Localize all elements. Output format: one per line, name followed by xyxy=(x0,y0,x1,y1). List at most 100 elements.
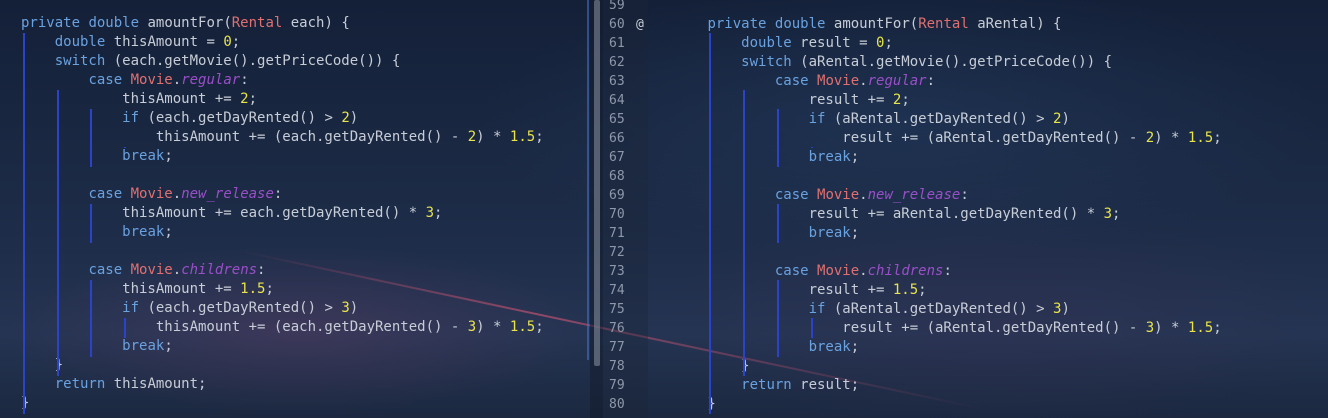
line-number[interactable]: 77 xyxy=(609,338,625,357)
line-number[interactable]: 78 xyxy=(609,357,625,376)
code-token: ) xyxy=(1061,111,1070,127)
code-token: ) * xyxy=(1154,130,1188,146)
code-line[interactable]: result += 2; xyxy=(640,91,910,110)
code-token: 2 xyxy=(240,91,249,107)
line-number[interactable]: 65 xyxy=(609,110,625,129)
line-number[interactable]: 61 xyxy=(609,34,625,53)
line-number[interactable]: 71 xyxy=(609,224,625,243)
code-token: 3 xyxy=(425,205,435,221)
code-line[interactable]: thisAmount += 1.5; xyxy=(21,280,274,299)
code-token: 1.5 xyxy=(1187,320,1214,336)
line-number[interactable]: 68 xyxy=(609,167,625,186)
code-token: case xyxy=(88,262,123,278)
line-number[interactable]: 79 xyxy=(609,376,625,395)
code-line[interactable]: result += (aRental.getDayRented() - 3) *… xyxy=(640,319,1221,338)
code-token: case xyxy=(774,263,809,279)
line-number[interactable]: 67 xyxy=(609,148,625,167)
code-token: ; xyxy=(164,224,173,240)
line-number[interactable]: 60 xyxy=(609,15,625,34)
code-line[interactable]: break; xyxy=(21,223,173,242)
indent-guide xyxy=(776,204,779,243)
line-number[interactable]: 73 xyxy=(609,262,625,281)
code-line[interactable]: double result = 0; xyxy=(640,34,893,53)
line-number[interactable]: 74 xyxy=(609,281,625,300)
code-line[interactable]: return result; xyxy=(640,376,859,395)
code-token: ; xyxy=(901,92,910,108)
code-token: ; xyxy=(918,282,927,298)
code-token: } xyxy=(640,396,716,412)
code-line[interactable]: if (aRental.getDayRented() > 2) xyxy=(640,110,1070,129)
code-token: thisAmount = xyxy=(105,34,224,50)
line-number[interactable]: 63 xyxy=(609,72,625,91)
code-line[interactable]: result += 1.5; xyxy=(640,281,927,300)
code-token: 1.5 xyxy=(892,282,919,298)
code-token: switch xyxy=(54,53,106,69)
code-token: ; xyxy=(850,149,860,165)
indent-guide xyxy=(90,204,93,243)
code-line[interactable]: } xyxy=(640,357,749,376)
code-line[interactable]: case Movie.regular: xyxy=(640,72,935,91)
code-token: ) xyxy=(1061,301,1070,317)
code-line[interactable]: case Movie.childrens: xyxy=(640,262,952,281)
code-line[interactable]: private double amountFor(Rental each) { xyxy=(21,14,350,33)
line-number[interactable]: 70 xyxy=(609,205,625,224)
line-number[interactable]: 75 xyxy=(609,300,625,319)
line-number[interactable]: 66 xyxy=(609,129,625,148)
code-token: 2 xyxy=(467,129,477,145)
line-number[interactable]: 72 xyxy=(609,243,625,262)
code-line[interactable]: break; xyxy=(640,224,860,243)
line-number[interactable]: 64 xyxy=(609,91,625,110)
code-line[interactable]: break; xyxy=(21,337,173,356)
code-token: : xyxy=(943,263,952,279)
code-line[interactable]: case Movie.new_release: xyxy=(640,186,969,205)
code-line[interactable]: break; xyxy=(640,338,860,357)
code-token: ; xyxy=(164,338,173,354)
code-line[interactable]: break; xyxy=(21,147,173,166)
code-token: 3 xyxy=(341,300,350,316)
code-line[interactable]: thisAmount += each.getDayRented() * 3; xyxy=(21,204,442,223)
line-number[interactable]: 62 xyxy=(609,53,625,72)
code-line[interactable]: if (aRental.getDayRented() > 3) xyxy=(640,300,1070,319)
code-line[interactable]: thisAmount += (each.getDayRented() - 3) … xyxy=(21,318,544,337)
code-line[interactable]: case Movie.regular: xyxy=(21,71,249,90)
code-line[interactable]: double thisAmount = 0; xyxy=(21,33,240,52)
line-number[interactable]: 59 xyxy=(609,0,625,15)
code-token: thisAmount += xyxy=(21,281,241,297)
line-number[interactable]: 76 xyxy=(609,319,625,338)
code-token: Rental xyxy=(918,16,969,32)
code-token: 3 xyxy=(1145,320,1155,336)
code-line[interactable]: return thisAmount; xyxy=(21,375,207,394)
code-token: . xyxy=(172,72,182,88)
code-token: Movie xyxy=(130,72,173,88)
left-pane-scrollbar[interactable] xyxy=(594,0,600,366)
code-line[interactable]: break; xyxy=(640,148,860,167)
code-line[interactable]: case Movie.new_release: xyxy=(21,185,282,204)
code-line[interactable]: result += (aRental.getDayRented() - 2) *… xyxy=(640,129,1221,148)
code-line[interactable]: } xyxy=(640,395,716,414)
code-token: ; xyxy=(850,225,860,241)
line-number[interactable]: 80 xyxy=(609,395,625,414)
code-token: ) * xyxy=(1154,320,1188,336)
code-line[interactable]: if (each.getDayRented() > 2) xyxy=(21,109,358,128)
code-line[interactable]: private double amountFor(Rental aRental)… xyxy=(640,15,1061,34)
left-editor-pane[interactable]: private double amountFor(Rental each) { … xyxy=(0,0,590,418)
right-editor-pane[interactable]: 59 60 61 62 63 64 65 66 67 68 69 70 71 72 73 74 75 76 77 78… xyxy=(603,0,1328,418)
code-line[interactable]: if (each.getDayRented() > 3) xyxy=(21,299,358,318)
code-line[interactable]: switch (each.getMovie().getPriceCode()) … xyxy=(21,52,401,71)
code-line[interactable]: thisAmount += (each.getDayRented() - 2) … xyxy=(21,128,544,147)
indent-guide xyxy=(709,33,712,414)
code-token: : xyxy=(240,72,249,88)
indent-guide xyxy=(23,33,25,414)
code-token: result += xyxy=(640,92,893,108)
code-token: : xyxy=(257,262,266,278)
code-token: result = xyxy=(791,35,877,51)
code-line[interactable]: result += aRental.getDayRented() * 3; xyxy=(640,205,1121,224)
line-number[interactable]: 69 xyxy=(609,186,625,205)
